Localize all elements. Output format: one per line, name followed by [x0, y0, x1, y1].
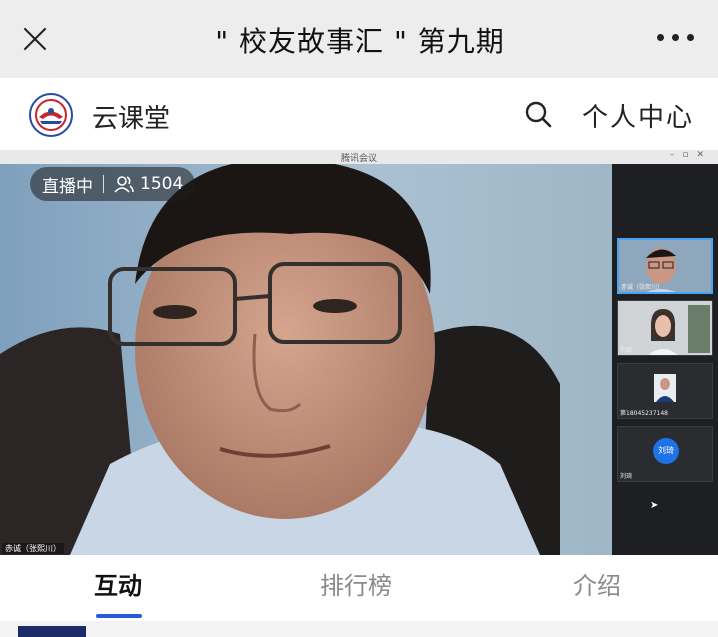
school-logo-icon[interactable] — [28, 92, 74, 138]
meeting-window-titlebar: 腾讯会议 –▫✕ — [0, 150, 718, 164]
participant-thumb[interactable]: 刘琦 刘琦 — [617, 426, 713, 482]
live-status-label: 直播中 — [42, 176, 93, 197]
personal-center-link[interactable]: 个人中心 — [582, 97, 694, 134]
more-icon[interactable] — [657, 34, 694, 41]
participant-name: 第18045237148 — [620, 410, 668, 417]
tab-intro[interactable]: 介绍 — [573, 566, 621, 601]
tab-interaction[interactable]: 互动 — [94, 566, 142, 601]
window-controls[interactable]: –▫✕ — [670, 150, 712, 160]
tab-ranking[interactable]: 排行榜 — [320, 566, 392, 601]
active-tab-indicator — [96, 614, 142, 618]
participant-thumb[interactable]: 第18045237148 — [617, 363, 713, 419]
main-video-feed[interactable] — [0, 164, 612, 555]
viewer-count: 1504 — [140, 174, 184, 194]
speaker-name-label: 赤诚（张熙川） — [2, 543, 64, 554]
live-status-badge: 直播中 1504 — [30, 167, 196, 201]
content-thumbnail[interactable] — [18, 626, 86, 637]
participant-avatar: 刘琦 — [653, 438, 679, 464]
content-strip — [0, 621, 718, 637]
brand-name: 云课堂 — [92, 104, 171, 134]
badge-divider — [103, 175, 104, 193]
close-icon[interactable] — [18, 22, 52, 56]
viewers-icon — [114, 176, 134, 193]
page-title: " 校友故事汇 " 第九期 — [215, 25, 505, 58]
participant-thumb[interactable]: 赤诚（张熙川） — [617, 238, 713, 294]
participant-name: 刘琦 — [620, 473, 633, 480]
meeting-window-title: 腾讯会议 — [340, 154, 377, 164]
search-icon[interactable] — [524, 100, 552, 128]
mouse-cursor-icon: ➤ — [650, 500, 659, 511]
participant-panel — [612, 164, 718, 555]
participant-name: 刘琦 — [620, 347, 633, 354]
participant-thumb[interactable]: 刘琦 — [617, 300, 713, 356]
participant-name: 赤诚（张熙川） — [621, 284, 664, 291]
